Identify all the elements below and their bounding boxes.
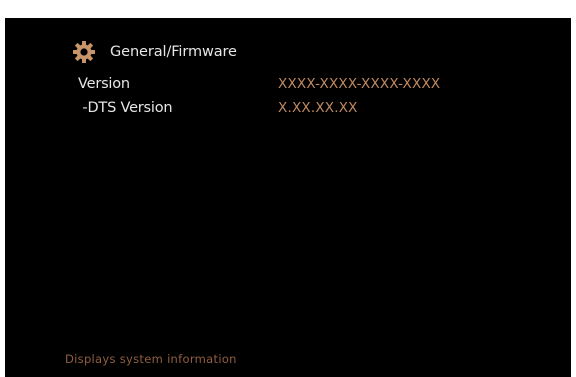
- osd-screen: General/Firmware Version XXXX-XXXX-XXXX-…: [5, 18, 571, 377]
- dts-version-value: X.XX.XX.XX: [278, 100, 358, 116]
- version-label: Version: [78, 76, 130, 92]
- gear-icon: [73, 41, 95, 63]
- info-row-version: Version XXXX-XXXX-XXXX-XXXX: [78, 76, 538, 96]
- help-text: Displays system information: [65, 352, 237, 366]
- info-row-dts-version: -DTS Version X.XX.XX.XX: [78, 100, 538, 120]
- version-value: XXXX-XXXX-XXXX-XXXX: [278, 76, 441, 92]
- menu-header: General/Firmware: [73, 40, 237, 64]
- dts-version-label: -DTS Version: [78, 100, 173, 116]
- page-title: General/Firmware: [110, 44, 237, 60]
